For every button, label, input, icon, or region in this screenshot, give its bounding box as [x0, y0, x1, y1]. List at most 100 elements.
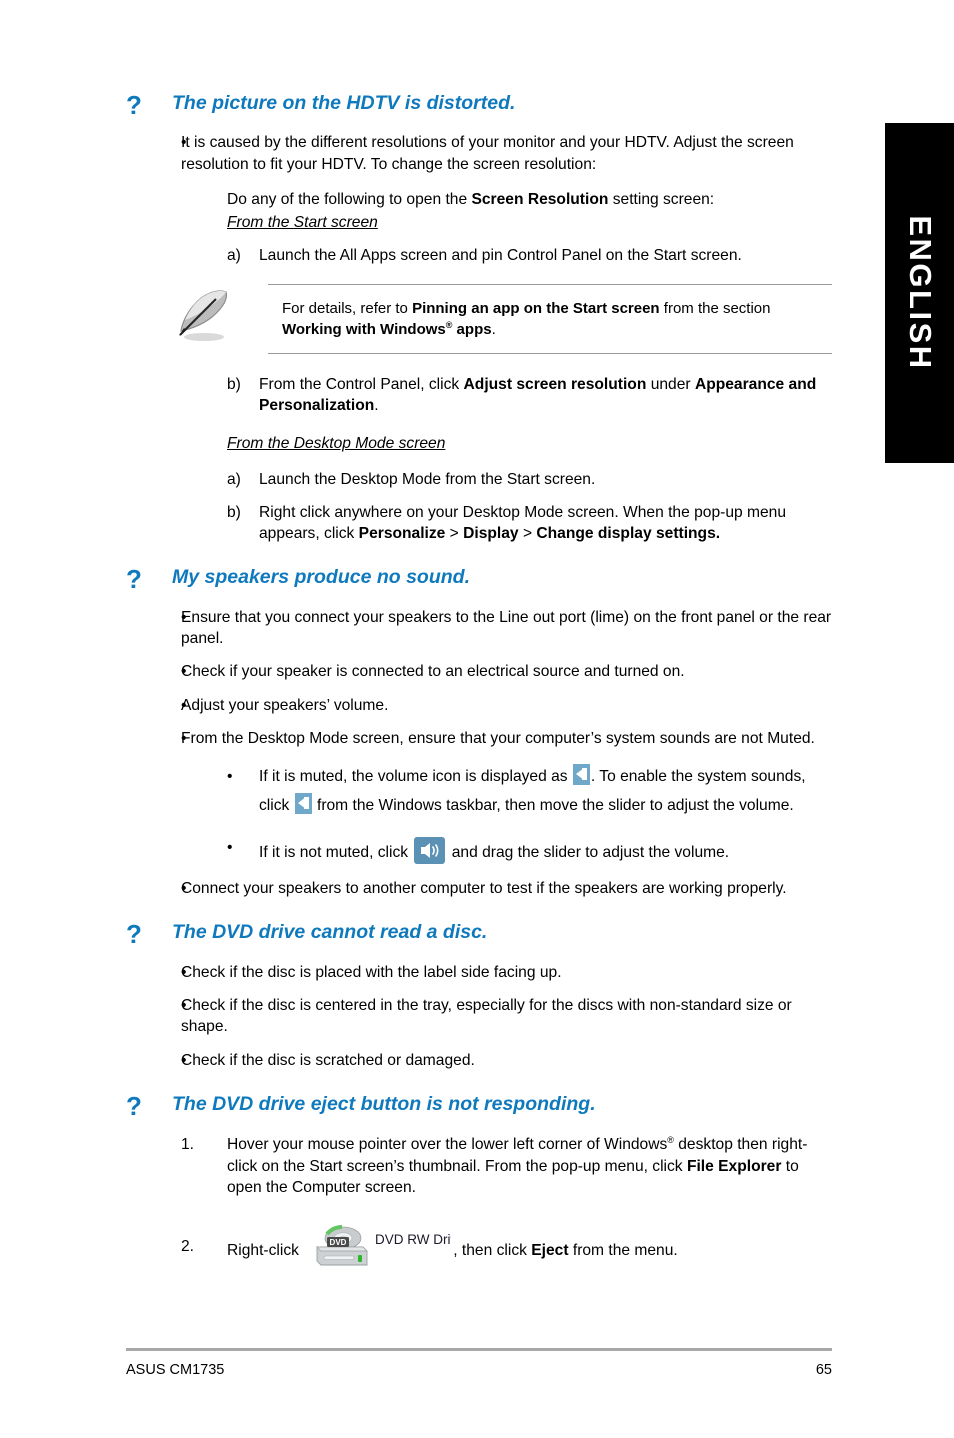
step-bold-adjust: Adjust screen resolution [463, 376, 647, 394]
note-text: For details, refer to Pinning an app on … [268, 284, 832, 355]
bullet-marker: • [181, 663, 187, 681]
notmuted-text-1: If it is not muted, click [259, 844, 413, 862]
bullet-text: Check if your speaker is connected to an… [181, 663, 685, 681]
list-item: • Check if the disc is scratched or dama… [126, 1050, 832, 1071]
lead-text-2: setting screen: [608, 191, 715, 209]
note-text-3: . [491, 321, 496, 339]
rightclick-text-2: , then click [453, 1241, 532, 1259]
bullet-marker: • [227, 768, 233, 786]
rightclick-text-3: from the menu. [568, 1241, 678, 1259]
bullet-text: Check if the disc is scratched or damage… [181, 1051, 475, 1069]
step-label: b) [227, 376, 241, 394]
question-mark-icon: ? [126, 564, 142, 595]
dvd-drive-label: DVD RW Drive [375, 1232, 451, 1247]
rightclick-text-1: Right-click [227, 1241, 304, 1259]
page-content: ? The picture on the HDTV is distorted. … [126, 91, 832, 1269]
step-text-2: under [646, 376, 695, 394]
step-text: Hover your mouse pointer over the lower … [227, 1134, 832, 1198]
muted-text-3: from the Windows taskbar, then move the … [312, 797, 794, 815]
language-side-tab: ENGLISH [885, 123, 954, 463]
note-bold-working: Working with Windows [282, 321, 446, 339]
section-dvd-eject: ? The DVD drive eject button is not resp… [126, 1092, 832, 1269]
dvd-rw-drive-icon[interactable]: DVD DVD RW Drive [305, 1224, 465, 1269]
rightclick-bold-eject: Eject [531, 1241, 569, 1259]
subheading-from-desktop-mode: From the Desktop Mode screen [126, 433, 832, 454]
step-bold-personalize: Personalize [358, 524, 446, 542]
lead-text-1: Do any of the following to open the [227, 191, 472, 209]
footer-product-name: ASUS CM1735 [126, 1362, 225, 1378]
step-text-3: . [374, 397, 379, 415]
section-dvd-read: ? The DVD drive cannot read a disc. • Ch… [126, 921, 832, 1071]
eject-text-1: Hover your mouse pointer over the lower … [227, 1136, 668, 1154]
step-sep-2: > [518, 524, 537, 542]
list-item: 1. Hover your mouse pointer over the low… [126, 1134, 832, 1198]
bullet-text: Ensure that you connect your speakers to… [181, 608, 832, 647]
bullet-marker: • [227, 839, 233, 857]
volume-muted-icon[interactable] [294, 793, 312, 815]
list-item: b) From the Control Panel, click Adjust … [126, 374, 832, 417]
section-heading: ? My speakers produce no sound. [126, 564, 832, 595]
footer-divider [126, 1348, 832, 1351]
step-bold-change-display-settings: Change display settings. [536, 524, 721, 542]
section-title-dvd-read: The DVD drive cannot read a disc. [172, 921, 488, 944]
section-speakers: ? My speakers produce no sound. • Ensure… [126, 564, 832, 899]
note-text-2: from the section [659, 300, 771, 318]
list-item: • Connect your speakers to another compu… [126, 878, 832, 899]
lead-bold-screen-resolution: Screen Resolution [471, 191, 609, 209]
section-title-speakers: My speakers produce no sound. [172, 566, 470, 589]
bullet-marker: • [181, 1051, 187, 1069]
bullet-marker: • [181, 608, 187, 626]
svg-text:DVD: DVD [330, 1238, 347, 1247]
volume-muted-icon[interactable] [572, 764, 590, 786]
note-box: For details, refer to Pinning an app on … [168, 284, 832, 355]
sub-bullet-text: If it is muted, the volume icon is displ… [259, 763, 832, 821]
bullet-text: Check if the disc is centered in the tra… [181, 997, 792, 1036]
section-heading: ? The DVD drive eject button is not resp… [126, 1092, 832, 1120]
section-heading: ? The picture on the HDTV is distorted. [126, 91, 832, 119]
bullet-marker: • [181, 997, 187, 1015]
note-bold-apps: apps [452, 321, 492, 339]
section-title-dvd-eject: The DVD drive eject button is not respon… [172, 1093, 596, 1116]
step-label: b) [227, 503, 241, 521]
step-label: 1. [181, 1136, 195, 1154]
list-item: 2. Right-click DVD DVD RW Drive [126, 1224, 832, 1269]
notmuted-text-2: and drag the slider to adjust the volume… [447, 844, 730, 862]
step-label: a) [227, 246, 241, 264]
manual-page: ENGLISH ? The picture on the HDTV is dis… [0, 0, 954, 1438]
subheading-text: From the Desktop Mode screen [227, 434, 446, 452]
section-heading: ? The DVD drive cannot read a disc. [126, 919, 832, 950]
registered-mark: ® [667, 1135, 674, 1146]
step-label: 2. [181, 1238, 195, 1255]
eject-bold-file-explorer: File Explorer [686, 1157, 782, 1175]
list-item: b) Right click anywhere on your Desktop … [126, 502, 832, 545]
list-item: • Check if the disc is placed with the l… [126, 962, 832, 983]
bullet-marker: • [181, 729, 187, 747]
bullet-marker: • [181, 696, 187, 714]
note-icon-container [168, 284, 268, 348]
step-text: From the Control Panel, click Adjust scr… [259, 374, 832, 417]
section-hdtv: ? The picture on the HDTV is distorted. … [126, 91, 832, 545]
step-sep-1: > [445, 524, 464, 542]
bullet-text: Adjust your speakers’ volume. [181, 696, 389, 714]
footer-page-number: 65 [815, 1362, 832, 1378]
list-item: • It is caused by the different resoluti… [126, 132, 832, 175]
subheading-from-start-screen: From the Start screen [126, 212, 832, 233]
list-item: • Ensure that you connect your speakers … [126, 607, 832, 650]
volume-on-icon[interactable] [414, 837, 446, 865]
bullet-marker: • [181, 134, 187, 152]
question-mark-icon: ? [126, 919, 142, 950]
step-text: Launch the All Apps screen and pin Contr… [259, 246, 742, 264]
list-item: • If it is muted, the volume icon is dis… [126, 763, 832, 821]
list-item: • Check if your speaker is connected to … [126, 661, 832, 682]
muted-text-1: If it is muted, the volume icon is displ… [259, 768, 572, 786]
hdtv-bullet-list: • It is caused by the different resoluti… [126, 132, 832, 175]
note-bold-pinning: Pinning an app on the Start screen [412, 300, 660, 318]
list-item: • Check if the disc is centered in the t… [126, 995, 832, 1038]
bullet-text: From the Desktop Mode screen, ensure tha… [181, 729, 815, 747]
step-text: Right-click DVD DVD RW Drive , then clic… [227, 1224, 832, 1269]
list-item: • If it is not muted, click and drag the… [126, 837, 832, 865]
step-text: Launch the Desktop Mode from the Start s… [259, 471, 596, 489]
list-item: a) Launch the All Apps screen and pin Co… [126, 245, 832, 266]
step-text-1: From the Control Panel, click [259, 376, 464, 394]
page-footer: ASUS CM1735 65 [126, 1362, 832, 1378]
